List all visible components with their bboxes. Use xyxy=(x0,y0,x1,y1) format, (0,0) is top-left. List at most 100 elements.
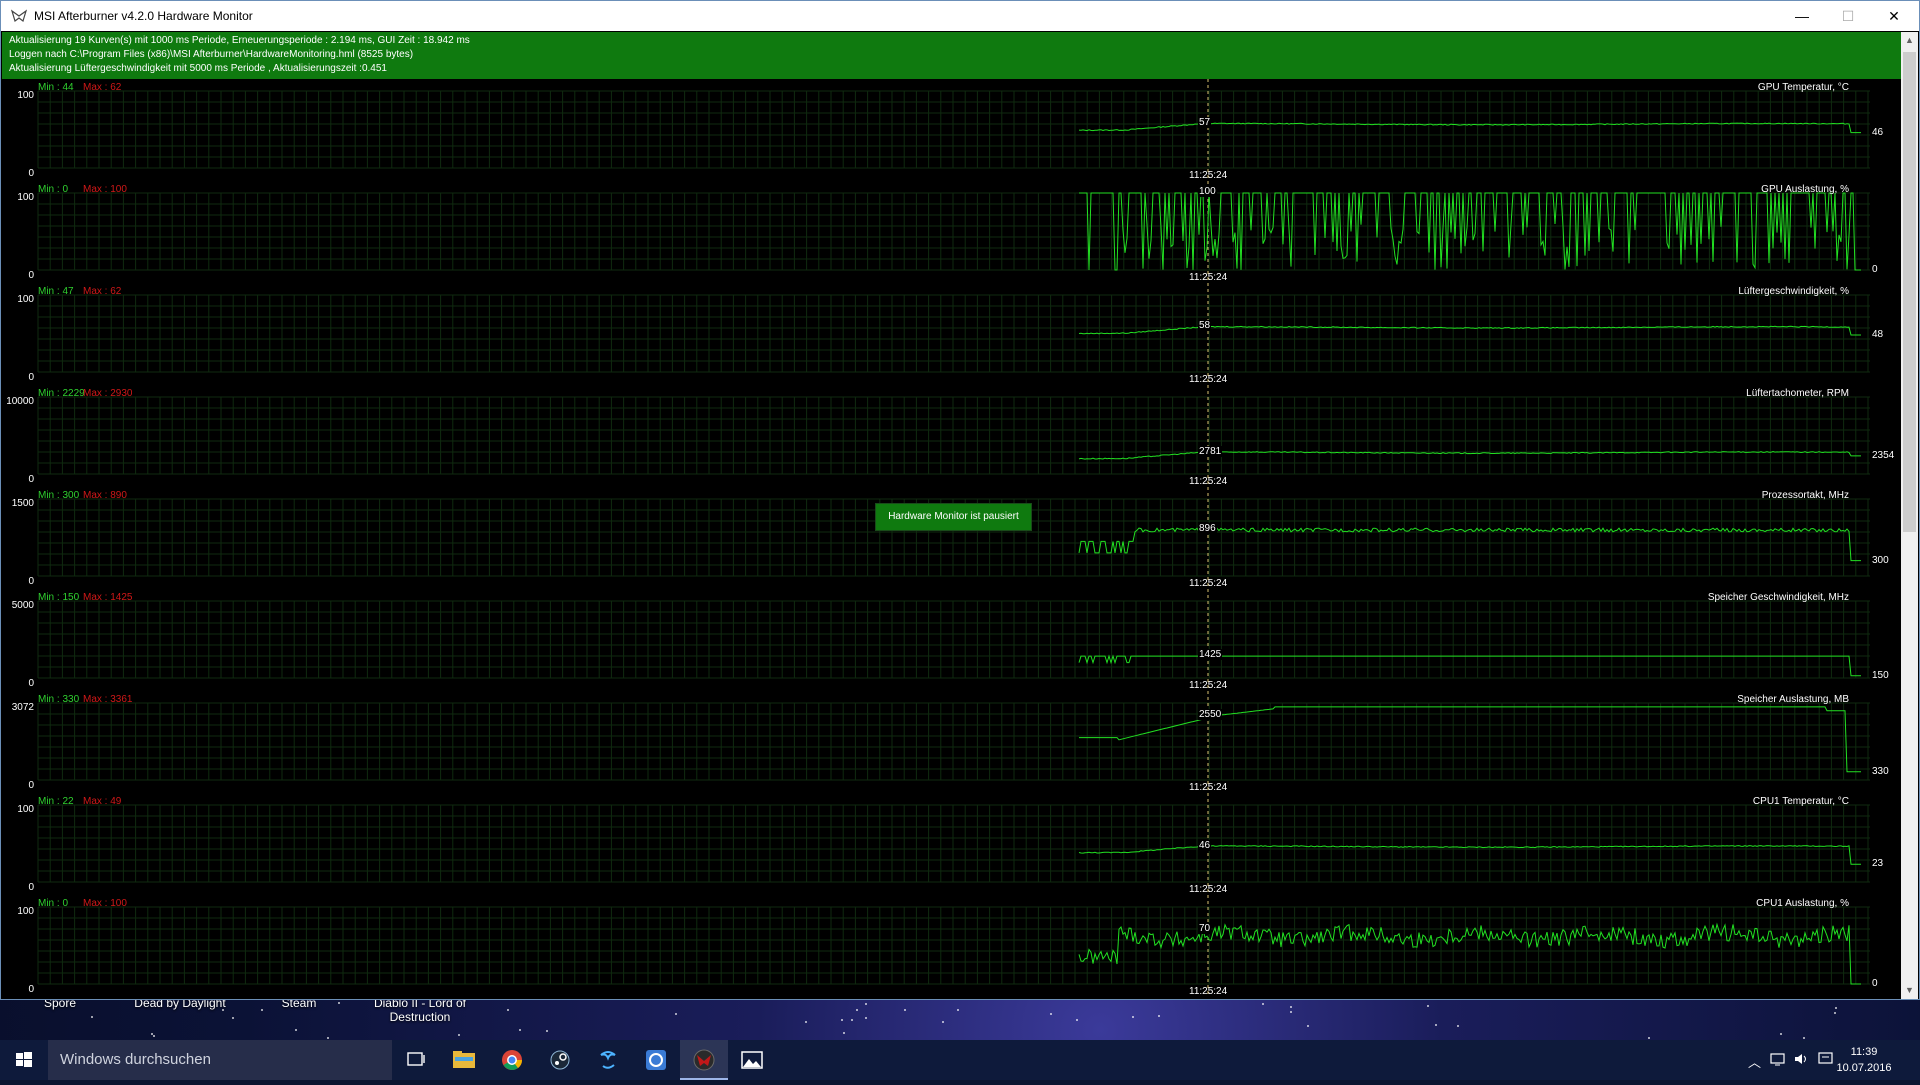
graph-series-line xyxy=(1078,527,1861,562)
graph-cursor-time: 11:25:24 xyxy=(1189,476,1228,487)
graph-panel[interactable]: Min : 0 Max : 100 GPU Auslastung, % 100 0 100… xyxy=(2,181,1901,283)
graph-cursor-time: 11:25:24 xyxy=(1189,884,1228,895)
graph-cursor-time: 11:25:24 xyxy=(1189,170,1228,181)
info-line-refresh: Aktualisierung 19 Kurven(s) mit 1000 ms … xyxy=(9,35,470,46)
graph-min-label: Min : 44 xyxy=(38,82,74,93)
graph-y-max-label: 100 xyxy=(17,192,34,203)
graph-plot xyxy=(37,793,1870,895)
graph-y-min-label: 0 xyxy=(28,780,34,791)
graph-min-label: Min : 2229 xyxy=(38,388,85,399)
graph-grid xyxy=(37,804,1870,883)
background-star xyxy=(804,1020,807,1023)
background-star xyxy=(458,1033,461,1036)
volume-icon[interactable] xyxy=(1794,1052,1810,1069)
graph-grid xyxy=(37,294,1870,373)
graph-title: GPU Temperatur, °C xyxy=(1757,82,1849,93)
task-view-icon[interactable] xyxy=(392,1040,440,1080)
graph-cursor-value: 1425 xyxy=(1198,649,1223,661)
uplay-icon[interactable] xyxy=(632,1040,680,1080)
graph-title: Lüftertachometer, RPM xyxy=(1746,388,1849,399)
graph-y-min-label: 0 xyxy=(28,678,34,689)
graph-min-label: Min : 22 xyxy=(38,796,74,807)
graph-panel[interactable]: Min : 2229 Max : 2930 Lüftertachometer, RP… xyxy=(2,385,1901,487)
action-center-icon[interactable] xyxy=(1818,1052,1834,1069)
background-star xyxy=(1779,1032,1782,1035)
graph-min-label: Min : 47 xyxy=(38,286,74,297)
monitor-graphs-area[interactable]: Min : 44 Max : 62 GPU Temperatur, °C 100 0 57… xyxy=(2,79,1901,998)
scroll-down-arrow-icon[interactable]: ▼ xyxy=(1901,982,1918,999)
taskbar-search-box[interactable]: Windows durchsuchen xyxy=(48,1040,392,1080)
scroll-up-arrow-icon[interactable]: ▲ xyxy=(1901,32,1918,49)
graph-panel[interactable]: Min : 330 Max : 3361 Speicher Auslastung, … xyxy=(2,691,1901,793)
network-icon[interactable] xyxy=(1770,1052,1786,1069)
graph-cursor-time: 11:25:24 xyxy=(1189,680,1228,691)
graph-title: GPU Auslastung, % xyxy=(1761,184,1849,195)
graph-min-label: Min : 300 xyxy=(38,490,80,501)
graph-title: Lüftergeschwindigkeit, % xyxy=(1738,286,1849,297)
graph-panel[interactable]: Min : 47 Max : 62 Lüftergeschwindigkeit, %… xyxy=(2,283,1901,385)
graph-series-line xyxy=(1078,654,1861,677)
background-star xyxy=(864,1003,867,1006)
graph-max-label: Max : 100 xyxy=(83,898,127,909)
graph-cursor-time: 11:25:24 xyxy=(1189,272,1228,283)
graph-series-line xyxy=(1078,922,1861,985)
graph-panel[interactable]: Min : 44 Max : 62 GPU Temperatur, °C 100 0 57… xyxy=(2,79,1901,181)
background-star xyxy=(519,1029,522,1032)
chrome-icon[interactable] xyxy=(488,1040,536,1080)
graph-y-min-label: 0 xyxy=(28,882,34,893)
graph-title: CPU1 Auslastung, % xyxy=(1756,898,1849,909)
hardware-monitor-window: MSI Afterburner v4.2.0 Hardware Monitor … xyxy=(0,0,1920,1000)
title-bar[interactable]: MSI Afterburner v4.2.0 Hardware Monitor … xyxy=(1,1,1919,31)
background-star xyxy=(546,1029,549,1032)
graph-y-max-label: 100 xyxy=(17,906,34,917)
msi-afterburner-icon xyxy=(11,9,27,22)
graph-grid xyxy=(37,90,1870,169)
info-line-fan: Aktualisierung Lüftergeschwindigkeit mit… xyxy=(9,63,387,74)
background-star xyxy=(1457,1024,1460,1027)
graph-y-max-label: 100 xyxy=(17,294,34,305)
background-star xyxy=(1289,1010,1292,1013)
graph-cursor-value: 2781 xyxy=(1198,445,1223,457)
graph-cursor-time: 11:25:24 xyxy=(1189,782,1228,793)
background-star xyxy=(1262,1002,1265,1005)
graph-cursor-time: 11:25:24 xyxy=(1189,578,1228,589)
vertical-scrollbar[interactable]: ▲ ▼ xyxy=(1901,32,1918,999)
photos-icon[interactable] xyxy=(728,1040,776,1080)
maximize-button[interactable]: ☐ xyxy=(1825,1,1871,31)
graph-current-value: 150 xyxy=(1872,669,1889,681)
steam-icon[interactable] xyxy=(536,1040,584,1080)
system-clock[interactable]: 11:39 10.07.2016 xyxy=(1834,1044,1894,1076)
graph-current-value: 23 xyxy=(1872,858,1884,870)
background-star xyxy=(957,1008,960,1011)
msi-afterburner-taskbar-icon[interactable] xyxy=(680,1040,728,1080)
graph-series-line xyxy=(1078,845,1861,865)
background-star xyxy=(1157,1015,1160,1018)
graph-panel[interactable]: Min : 0 Max : 100 CPU1 Auslastung, % 100 0 70… xyxy=(2,895,1901,997)
graph-current-value: 0 xyxy=(1872,978,1878,989)
graph-max-label: Max : 62 xyxy=(83,82,122,93)
taskbar: Windows durchsuchen ︿ 11:39 10.07.2016 xyxy=(0,1040,1920,1080)
graph-title: Prozessortakt, MHz xyxy=(1761,490,1849,501)
scrollbar-thumb[interactable] xyxy=(1903,52,1916,532)
graph-panel[interactable]: Min : 150 Max : 1425 Speicher Geschwindigk… xyxy=(2,589,1901,691)
file-explorer-icon[interactable] xyxy=(440,1040,488,1080)
monitor-paused-badge: Hardware Monitor ist pausiert xyxy=(875,503,1032,531)
minimize-button[interactable]: — xyxy=(1779,1,1825,31)
start-button[interactable] xyxy=(0,1040,48,1080)
graph-title: CPU1 Temperatur, °C xyxy=(1752,796,1849,807)
close-button[interactable]: ✕ xyxy=(1871,1,1917,31)
graph-grid xyxy=(37,396,1870,475)
blizzard-icon[interactable] xyxy=(584,1040,632,1080)
graph-panel[interactable]: Min : 22 Max : 49 CPU1 Temperatur, °C 100 0 4… xyxy=(2,793,1901,895)
background-star xyxy=(231,1016,234,1019)
graph-plot xyxy=(37,181,1870,283)
show-hidden-icons-chevron-icon[interactable]: ︿ xyxy=(1748,1052,1761,1071)
desktop-icon-diablo-ii[interactable]: Diablo II - Lord of Destruction xyxy=(365,996,475,1024)
graph-series-line xyxy=(1079,706,1861,773)
graph-y-min-label: 0 xyxy=(28,372,34,383)
graph-min-label: Min : 330 xyxy=(38,694,80,705)
info-line-logging: Loggen nach C:\Program Files (x86)\MSI A… xyxy=(9,49,414,60)
graph-cursor-value: 70 xyxy=(1198,923,1212,935)
background-star xyxy=(675,1013,678,1016)
graph-grid xyxy=(37,600,1870,679)
